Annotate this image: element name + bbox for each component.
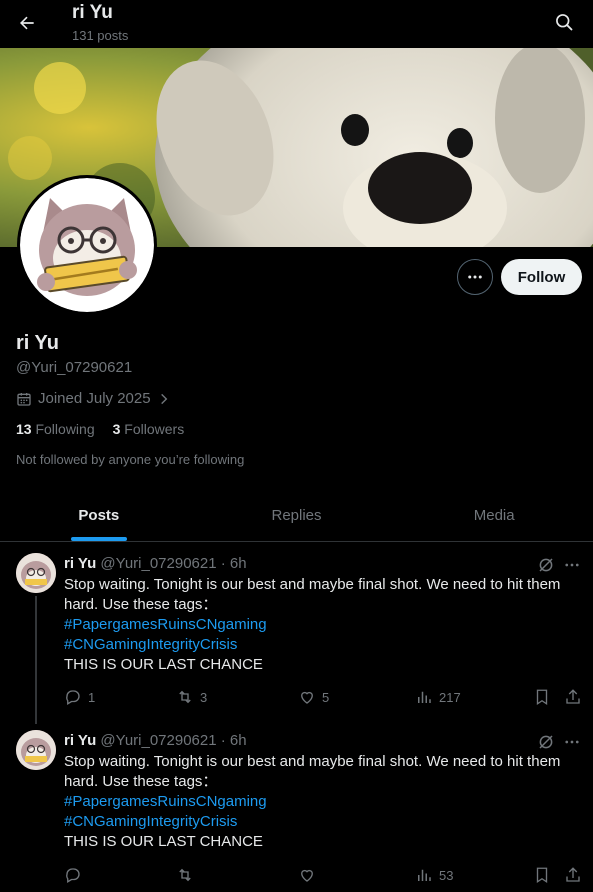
like-count: 5: [322, 689, 330, 705]
post-avatar-image: [16, 730, 56, 770]
post-time[interactable]: · 6h: [221, 555, 247, 572]
not-followed-note: Not followed by anyone you’re following: [16, 452, 245, 467]
profile-display-name: ri Yu: [16, 332, 59, 354]
thread-line: [35, 596, 37, 724]
reply-icon: [66, 690, 80, 705]
analytics-icon: [418, 869, 431, 881]
hashtag-link[interactable]: #CNGamingIntegrityCrisis: [64, 812, 584, 832]
follow-button[interactable]: Follow: [501, 259, 582, 295]
tab-media[interactable]: Media: [395, 490, 593, 541]
avatar-image: [20, 178, 154, 312]
post-author-handle[interactable]: @Yuri_07290621: [100, 732, 216, 749]
post-item[interactable]: ri Yu @Yuri_07290621 · 6h Stop waiting. …: [0, 718, 593, 892]
followers-link[interactable]: 3 Followers: [113, 421, 185, 437]
like-button[interactable]: [298, 866, 322, 884]
post-item[interactable]: ri Yu @Yuri_07290621 · 6h Stop waiting. …: [0, 542, 593, 724]
header-title: ri Yu: [72, 2, 113, 23]
joined-date-link[interactable]: Joined July 2025: [16, 390, 171, 407]
post-author-name[interactable]: ri Yu: [64, 732, 96, 749]
profile-handle: @Yuri_07290621: [16, 359, 133, 376]
like-button[interactable]: 5: [298, 688, 329, 706]
heart-icon: [301, 691, 313, 704]
more-dots-icon: [468, 275, 482, 279]
post-header: ri Yu @Yuri_07290621 · 6h: [64, 555, 247, 572]
tab-replies[interactable]: Replies: [198, 490, 396, 541]
repost-button[interactable]: [176, 866, 200, 884]
bookmark-button[interactable]: [533, 688, 551, 706]
profile-avatar[interactable]: [17, 175, 157, 315]
more-dots-icon[interactable]: [563, 556, 581, 574]
calendar-icon: [17, 392, 31, 406]
profile-tabs: Posts Replies Media: [0, 490, 593, 542]
followers-label: Followers: [124, 421, 185, 437]
more-dots-icon[interactable]: [563, 733, 581, 751]
post-author-handle[interactable]: @Yuri_07290621: [100, 555, 216, 572]
tab-posts-label: Posts: [78, 507, 120, 524]
post-time[interactable]: · 6h: [221, 732, 247, 749]
share-icon: [566, 867, 580, 882]
following-link[interactable]: 13 Following: [16, 421, 95, 437]
views-button[interactable]: 217: [415, 688, 461, 706]
post-text-line: Stop waiting. Tonight is our best and ma…: [64, 753, 561, 790]
post-avatar-image: [16, 553, 56, 593]
post-actions: 53: [64, 866, 584, 886]
analytics-icon: [418, 691, 431, 703]
reply-count: 1: [88, 689, 96, 705]
post-text: Stop waiting. Tonight is our best and ma…: [64, 575, 584, 675]
heart-icon: [301, 869, 313, 882]
post-count: 131 posts: [72, 28, 129, 43]
grok-icon[interactable]: [537, 733, 555, 751]
more-options-button[interactable]: [457, 259, 493, 295]
bookmark-icon: [536, 867, 548, 884]
tab-replies-label: Replies: [271, 507, 322, 524]
reply-icon: [66, 868, 80, 883]
hashtag-link[interactable]: #CNGamingIntegrityCrisis: [64, 635, 584, 655]
tab-posts[interactable]: Posts: [0, 490, 198, 541]
following-count: 13: [16, 421, 32, 437]
view-count: 217: [439, 689, 461, 705]
views-button[interactable]: 53: [415, 866, 453, 884]
share-icon: [566, 689, 580, 704]
view-count: 53: [439, 867, 454, 883]
grok-icon[interactable]: [537, 556, 555, 574]
followers-count: 3: [112, 421, 121, 437]
post-text: Stop waiting. Tonight is our best and ma…: [64, 752, 584, 852]
hashtag-link[interactable]: #PapergamesRuinsCNgaming: [64, 792, 584, 812]
post-text-line: THIS IS OUR LAST CHANCE: [64, 833, 263, 850]
bookmark-button[interactable]: [533, 866, 551, 884]
back-button[interactable]: [12, 8, 42, 38]
top-bar: ri Yu 131 posts: [0, 0, 593, 48]
post-text-line: THIS IS OUR LAST CHANCE: [64, 656, 263, 673]
share-button[interactable]: [564, 866, 582, 884]
reply-button[interactable]: 1: [64, 688, 95, 706]
search-icon: [556, 14, 573, 31]
bookmark-icon: [536, 689, 548, 706]
search-button[interactable]: [550, 8, 578, 36]
share-button[interactable]: [564, 688, 582, 706]
chevron-right-icon: [160, 393, 167, 404]
hashtag-link[interactable]: #PapergamesRuinsCNgaming: [64, 615, 584, 635]
joined-date-text: Joined July 2025: [38, 390, 151, 407]
reply-button[interactable]: [64, 866, 88, 884]
post-actions: 1 3 5 217: [64, 688, 584, 708]
post-avatar[interactable]: [16, 553, 56, 593]
repost-icon: [179, 690, 191, 704]
post-author-name[interactable]: ri Yu: [64, 555, 96, 572]
follow-stats: 13 Following 3 Followers: [16, 421, 184, 437]
post-text-line: Stop waiting. Tonight is our best and ma…: [64, 576, 561, 613]
post-header: ri Yu @Yuri_07290621 · 6h: [64, 732, 247, 749]
tab-media-label: Media: [473, 507, 515, 524]
active-tab-indicator: [70, 537, 127, 541]
repost-button[interactable]: 3: [176, 688, 207, 706]
repost-icon: [179, 868, 191, 882]
arrow-left-icon: [20, 16, 34, 30]
repost-count: 3: [200, 689, 208, 705]
following-label: Following: [35, 421, 95, 437]
post-avatar[interactable]: [16, 730, 56, 770]
